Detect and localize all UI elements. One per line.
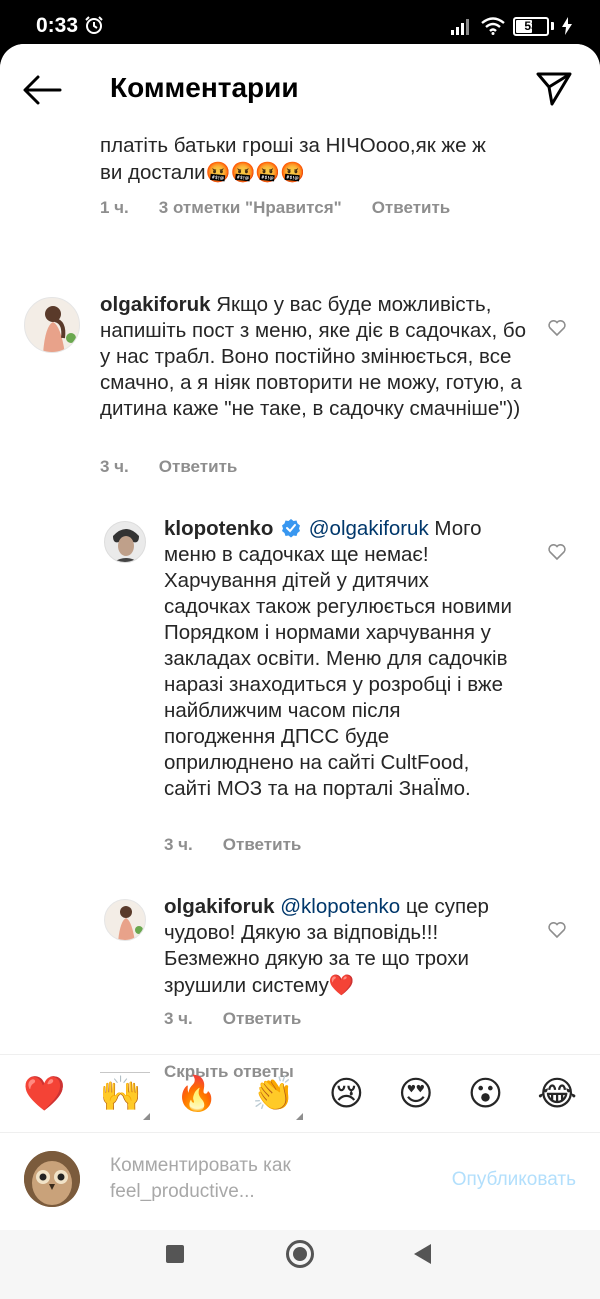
home-icon[interactable] — [286, 1240, 314, 1268]
app-screen: Комментарии платіть батьки гроші за НІЧО… — [0, 44, 600, 1299]
reply-mention[interactable]: @klopotenko — [280, 895, 400, 918]
status-indicators: 53 — [451, 14, 572, 38]
angry-emojis: 🤬🤬🤬🤬 — [205, 160, 306, 184]
reply-button[interactable]: Ответить — [159, 457, 238, 477]
reply-body: klopotenko @olgakiforuk Мого меню в садо… — [164, 516, 514, 802]
emoji-raising-hands[interactable]: 🙌 — [99, 1074, 150, 1120]
emoji-red-heart[interactable]: ❤️ — [23, 1074, 65, 1114]
reply-button[interactable]: Ответить — [372, 198, 451, 218]
status-time: 0:33 — [36, 14, 79, 37]
like-heart-icon[interactable] — [547, 318, 567, 338]
avatar[interactable] — [24, 297, 80, 353]
reply-meta: 3 ч. Ответить — [164, 1009, 301, 1029]
emoji-fire[interactable]: 🔥 — [176, 1074, 218, 1114]
likes-count[interactable]: 3 отметки "Нравится" — [159, 198, 342, 218]
system-nav-bar — [0, 1230, 600, 1299]
back-triangle-icon[interactable] — [414, 1244, 431, 1264]
comment-body: olgakiforuk Якщо у вас буде можливість, … — [100, 292, 530, 422]
emoji-crying-face[interactable]: 😢 — [329, 1074, 364, 1114]
reply-username[interactable]: olgakiforuk — [164, 895, 275, 918]
comment-text: платіть батьки гроші за НІЧОооо,як же ж … — [100, 134, 486, 184]
reply-time: 3 ч. — [164, 1009, 193, 1028]
quick-emoji-bar: ❤️ 🙌 🔥 👏 😢 😍 😮 😂 — [0, 1054, 600, 1132]
charging-icon — [562, 17, 572, 35]
reply-mention[interactable]: @olgakiforuk — [309, 517, 429, 540]
verified-badge-icon — [282, 519, 301, 538]
header: Комментарии — [0, 44, 600, 134]
reply-time: 3 ч. — [164, 835, 193, 854]
reply-meta: 3 ч. Ответить — [164, 835, 301, 855]
current-user-avatar[interactable] — [24, 1151, 80, 1207]
publish-button[interactable]: Опубликовать — [452, 1169, 576, 1191]
avatar[interactable] — [104, 899, 146, 941]
comment-input[interactable]: Комментировать как feel_productive... — [110, 1153, 410, 1205]
emoji-tears-of-joy[interactable]: 😂 — [537, 1074, 577, 1114]
comment-time: 1 ч. — [100, 198, 129, 217]
reply-username[interactable]: klopotenko — [164, 517, 273, 540]
skin-tone-indicator — [142, 1112, 150, 1120]
reply-klopotenko: klopotenko @olgakiforuk Мого меню в садо… — [0, 516, 600, 854]
comment-meta: 3 ч. Ответить — [100, 457, 237, 477]
page-title: Комментарии — [110, 72, 299, 103]
wifi-icon — [481, 17, 505, 35]
direct-send-icon[interactable] — [534, 68, 574, 108]
comment-composer: Комментировать как feel_productive... Оп… — [0, 1132, 600, 1230]
emoji-surprised-face[interactable]: 😮 — [468, 1074, 503, 1114]
status-bar: 0:33 53 — [0, 0, 600, 50]
comment-time: 3 ч. — [100, 457, 129, 476]
signal-icon — [451, 19, 469, 35]
emoji-clapping-hands[interactable]: 👏 — [252, 1074, 303, 1120]
reply-text: Мого меню в садочках ще немає! Харчуванн… — [164, 517, 512, 800]
battery-icon: 53 — [513, 16, 549, 36]
recent-apps-icon[interactable] — [166, 1245, 184, 1263]
alarm-icon — [85, 16, 103, 34]
avatar[interactable] — [104, 521, 146, 563]
like-heart-icon[interactable] — [547, 920, 567, 940]
comment-username[interactable]: olgakiforuk — [100, 293, 211, 316]
emoji-heart-eyes[interactable]: 😍 — [398, 1074, 433, 1114]
reply-button[interactable]: Ответить — [223, 1009, 302, 1029]
like-heart-icon[interactable] — [547, 542, 567, 562]
reply-body: olgakiforuk @klopotenko це супер чудово!… — [164, 894, 514, 999]
reply-button[interactable]: Ответить — [223, 835, 302, 855]
red-heart-emoji: ❤️ — [328, 973, 355, 997]
comment-previous: платіть батьки гроші за НІЧОооо,як же ж … — [100, 133, 540, 218]
comment-meta: 1 ч. 3 отметки "Нравится" Ответить — [100, 198, 540, 218]
reply-olgakiforuk: olgakiforuk @klopotenko це супер чудово!… — [0, 894, 600, 1034]
skin-tone-indicator — [295, 1112, 303, 1120]
back-arrow-icon[interactable] — [20, 70, 64, 110]
comment-olgakiforuk: olgakiforuk Якщо у вас буде можливість, … — [0, 292, 600, 492]
battery-level: 53 — [524, 19, 538, 33]
